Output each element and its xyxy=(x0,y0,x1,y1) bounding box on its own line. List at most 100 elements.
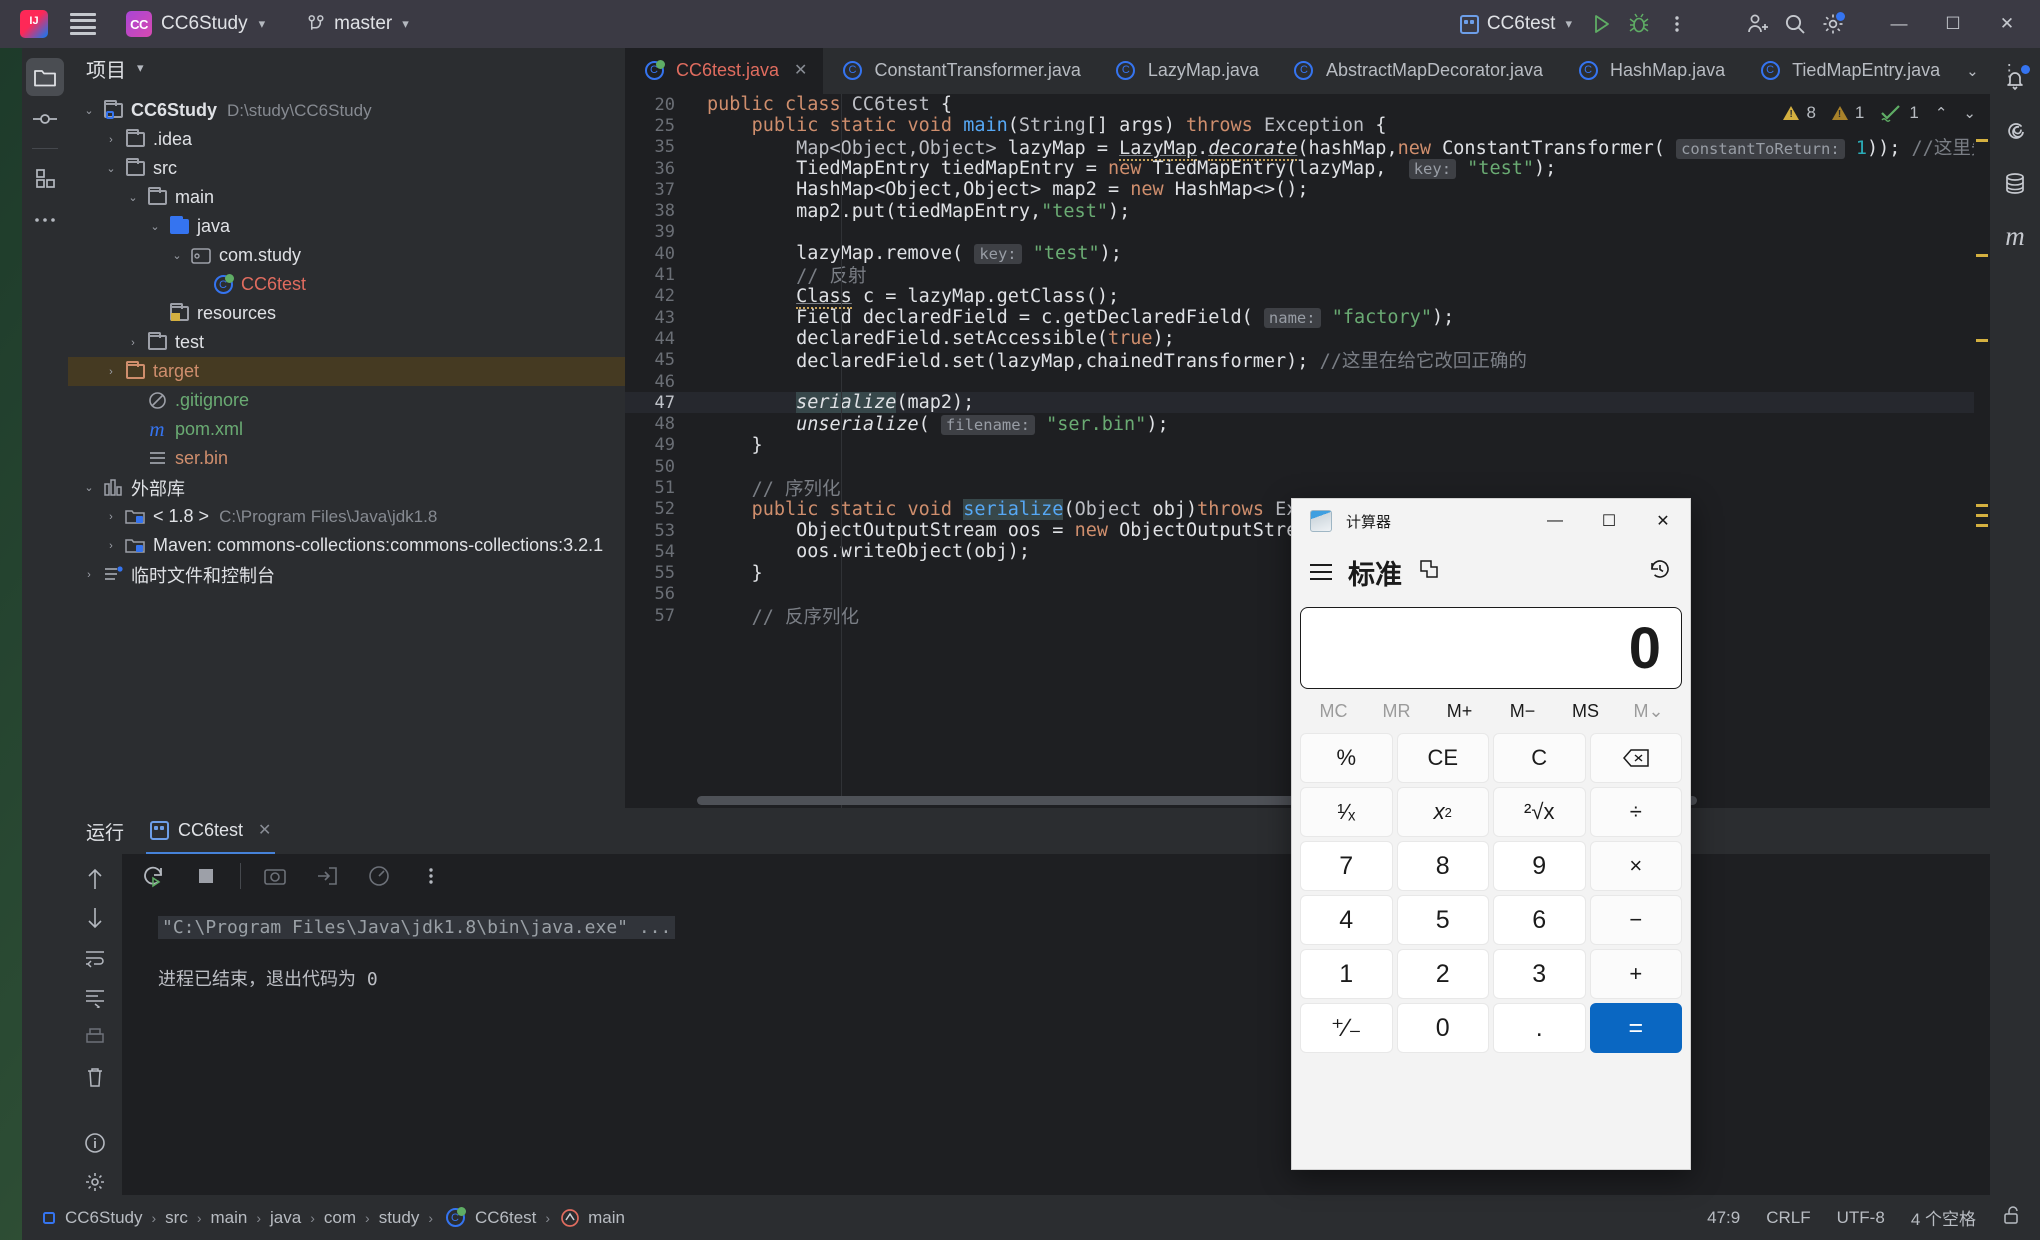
calculator-key-digit-2[interactable]: 2 xyxy=(1396,949,1489,999)
caret-position[interactable]: 47:9 xyxy=(1707,1208,1740,1228)
close-icon[interactable]: ✕ xyxy=(258,820,271,840)
breadcrumb-item-cc6study[interactable]: CC6Study xyxy=(40,1208,142,1228)
breadcrumb-item-java[interactable]: java xyxy=(270,1208,301,1228)
breadcrumb-item-com[interactable]: com xyxy=(324,1208,356,1228)
soft-wrap-button[interactable] xyxy=(77,945,113,971)
run-tab-cc6test[interactable]: CC6test ✕ xyxy=(146,808,276,854)
sidebar-item-project[interactable] xyxy=(26,58,64,96)
breadcrumb-item-main[interactable]: main xyxy=(559,1208,625,1228)
hamburger-icon[interactable] xyxy=(1310,564,1332,580)
code-line[interactable]: 48 unserialize( filename: "ser.bin"); xyxy=(625,413,1990,435)
code-line[interactable]: 41 // 反射 xyxy=(625,264,1990,287)
calculator-key-multiply[interactable]: × xyxy=(1589,841,1682,891)
calculator-key-digit-0[interactable]: 0 xyxy=(1396,1003,1489,1053)
tree-item-idea[interactable]: › .idea xyxy=(68,125,625,154)
chevron-down-icon[interactable]: ⌄ xyxy=(1956,62,1989,80)
calculator-key-square-root[interactable]: ²√x xyxy=(1493,787,1586,837)
calculator-key-digit-3[interactable]: 3 xyxy=(1493,949,1586,999)
tree-item-test[interactable]: › test xyxy=(68,328,625,357)
tree-item-pom-xml[interactable]: ›mpom.xml xyxy=(68,415,625,444)
tree-item-java[interactable]: ⌄ java xyxy=(68,212,625,241)
rerun-button[interactable] xyxy=(136,858,172,894)
chevron-up-icon[interactable]: ⌃ xyxy=(1935,104,1948,122)
tree-item-cc6test[interactable]: ›CCC6test xyxy=(68,270,625,299)
sidebar-item-database[interactable] xyxy=(1995,164,2035,204)
calculator-key-decimal[interactable]: . xyxy=(1493,1003,1586,1053)
chevron-down-icon[interactable]: ⌄ xyxy=(122,191,144,204)
calculator-memory-m-button[interactable]: M− xyxy=(1491,701,1554,722)
calculator-key-digit-6[interactable]: 6 xyxy=(1493,895,1586,945)
unlocked-icon[interactable] xyxy=(2002,1205,2022,1230)
stop-button[interactable] xyxy=(188,858,224,894)
line-separator[interactable]: CRLF xyxy=(1766,1208,1810,1228)
chevron-down-icon[interactable]: ⌄ xyxy=(100,162,122,175)
editor-tab-hashmap-java[interactable]: C HashMap.java xyxy=(1559,48,1741,94)
sidebar-item-ai-assistant[interactable] xyxy=(1995,112,2035,152)
breadcrumb-item-study[interactable]: study xyxy=(379,1208,420,1228)
minimize-window-button[interactable]: — xyxy=(1872,0,1926,48)
tree-item-[interactable]: ⌄ 外部库 xyxy=(68,473,625,502)
run-button[interactable] xyxy=(1582,5,1620,43)
project-panel-header[interactable]: 项目 ▾ xyxy=(68,48,625,88)
calculator-key-add[interactable]: + xyxy=(1589,949,1682,999)
calculator-window[interactable]: 计算器 — ☐ ✕ 标准 0 MC MR M+ M− MS M⌄ % CE C … xyxy=(1291,498,1691,1170)
calculator-key-reciprocal[interactable]: ¹∕ₓ xyxy=(1300,787,1393,837)
sidebar-item-structure[interactable] xyxy=(26,159,64,197)
code-line[interactable]: 45 declaredField.set(lazyMap,chainedTran… xyxy=(625,350,1990,372)
editor-marker-stripe[interactable] xyxy=(1974,94,1990,808)
history-icon[interactable] xyxy=(1648,557,1672,587)
calculator-memory-m+-button[interactable]: M+ xyxy=(1428,701,1491,722)
project-selector[interactable]: CC CC6Study ▾ xyxy=(118,7,273,41)
maximize-window-button[interactable]: ☐ xyxy=(1926,0,1980,48)
calculator-maximize-button[interactable]: ☐ xyxy=(1582,499,1636,543)
code-line[interactable]: 35 Map<Object,Object> lazyMap = LazyMap.… xyxy=(625,137,1990,162)
tree-item-main[interactable]: ⌄ main xyxy=(68,183,625,212)
chevron-right-icon[interactable]: › xyxy=(78,569,100,581)
editor-tab-cc6test-java[interactable]: C CC6test.java ✕ xyxy=(625,48,824,94)
code-line[interactable]: 47 serialize(map2); xyxy=(625,392,1990,414)
calculator-key-digit-1[interactable]: 1 xyxy=(1300,949,1393,999)
calculator-key-square[interactable]: x2 xyxy=(1396,787,1489,837)
calculator-key-clear-entry[interactable]: CE xyxy=(1396,733,1489,783)
main-menu-icon[interactable] xyxy=(70,13,96,35)
code-line[interactable]: 39 xyxy=(625,222,1990,243)
editor-tab-lazymap-java[interactable]: C LazyMap.java xyxy=(1097,48,1275,94)
chevron-right-icon[interactable]: › xyxy=(100,366,122,378)
calculator-memory-m-button[interactable]: M⌄ xyxy=(1617,701,1680,722)
calculator-title-bar[interactable]: 计算器 — ☐ ✕ xyxy=(1292,499,1690,543)
code-line[interactable]: 36 TiedMapEntry tiedMapEntry = new TiedM… xyxy=(625,158,1990,180)
breadcrumb-item-src[interactable]: src xyxy=(165,1208,188,1228)
scroll-up-button[interactable] xyxy=(77,866,113,892)
calculator-key-subtract[interactable]: − xyxy=(1589,895,1682,945)
code-line[interactable]: 46 xyxy=(625,371,1990,392)
editor-tab-constanttransformer-java[interactable]: C ConstantTransformer.java xyxy=(823,48,1096,94)
editor-tab-abstractmapdecorator-java[interactable]: C AbstractMapDecorator.java xyxy=(1275,48,1559,94)
code-line[interactable]: 49 } xyxy=(625,435,1990,456)
tree-item-target[interactable]: › target xyxy=(68,357,625,386)
calculator-key-backspace[interactable] xyxy=(1589,733,1682,783)
chevron-right-icon[interactable]: › xyxy=(100,134,122,146)
chevron-down-icon[interactable]: ⌄ xyxy=(144,220,166,233)
file-encoding[interactable]: UTF-8 xyxy=(1837,1208,1885,1228)
chevron-down-icon[interactable]: ⌄ xyxy=(1963,104,1976,122)
inspection-widget[interactable]: 8 1 1 ⌃ ⌄ xyxy=(1769,94,1990,132)
chevron-down-icon[interactable]: ⌄ xyxy=(78,104,100,117)
calculator-close-button[interactable]: ✕ xyxy=(1636,499,1690,543)
sidebar-item-maven[interactable]: m xyxy=(1995,216,2035,256)
git-branch-selector[interactable]: master ▾ xyxy=(299,9,417,39)
info-button[interactable] xyxy=(77,1130,113,1156)
add-user-button[interactable] xyxy=(1738,5,1776,43)
code-line[interactable]: 38 map2.put(tiedMapEntry,"test"); xyxy=(625,200,1990,222)
code-line[interactable]: 51 // 序列化 xyxy=(625,477,1990,500)
scroll-down-button[interactable] xyxy=(77,906,113,932)
more-actions-button[interactable] xyxy=(1658,5,1696,43)
profiler-button[interactable] xyxy=(361,858,397,894)
more-icon[interactable]: ⋮ xyxy=(1993,61,2028,81)
calculator-key-plus-minus[interactable]: ⁺∕₋ xyxy=(1300,1003,1393,1053)
print-button[interactable] xyxy=(77,1025,113,1051)
settings-button[interactable] xyxy=(1814,5,1852,43)
calculator-key-clear[interactable]: C xyxy=(1493,733,1586,783)
code-line[interactable]: 43 Field declaredField = c.getDeclaredFi… xyxy=(625,307,1990,329)
chevron-right-icon[interactable]: › xyxy=(100,540,122,552)
chevron-down-icon[interactable]: ⌄ xyxy=(78,481,100,494)
